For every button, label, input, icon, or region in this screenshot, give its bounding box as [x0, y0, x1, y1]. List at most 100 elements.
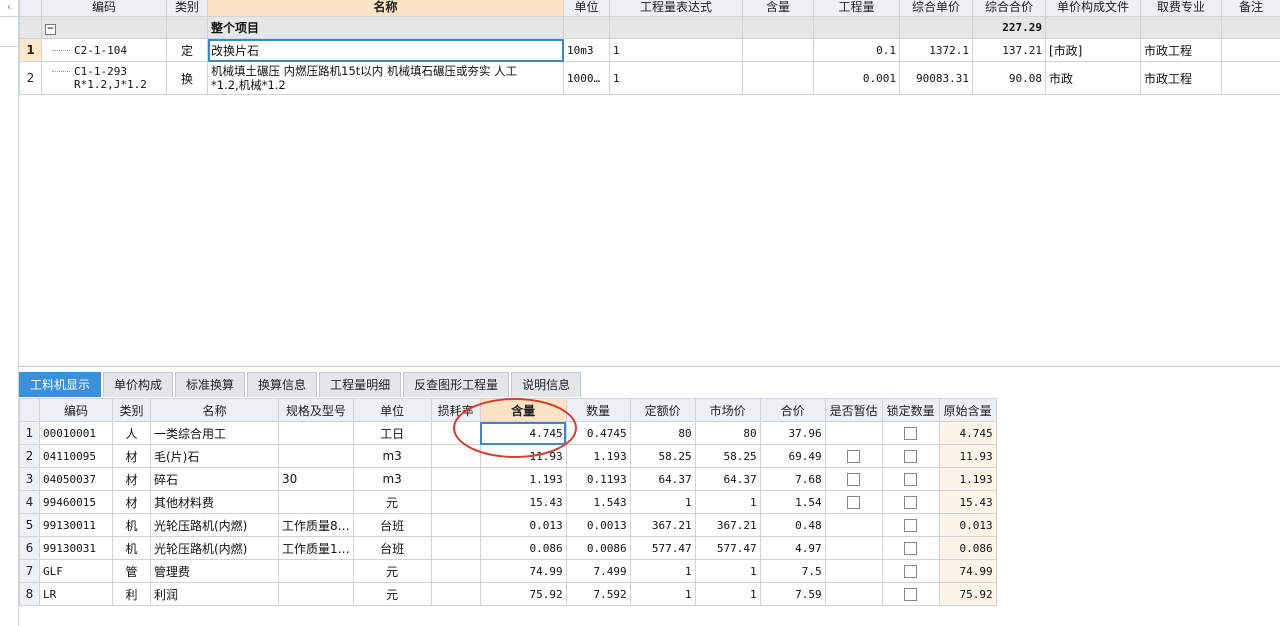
row-loss[interactable] [430, 444, 481, 468]
upper-header-price-file[interactable]: 单价构成文件 [1045, 0, 1141, 17]
row-market-price[interactable]: 577.47 [694, 536, 761, 560]
row-specialty[interactable]: 市政工程 [1140, 38, 1222, 62]
row-name[interactable]: 其他材料费 [150, 490, 279, 514]
upper-header-unit[interactable]: 单位 [563, 0, 610, 17]
row-code[interactable]: 00010001 [39, 421, 113, 445]
row-loss[interactable] [430, 559, 481, 583]
row-unit[interactable]: 元 [352, 582, 432, 606]
row-type[interactable]: 机 [112, 536, 151, 560]
lower-header-unit[interactable]: 单位 [352, 398, 432, 422]
row-spec[interactable] [278, 421, 354, 445]
row-content[interactable]: 74.99 [479, 559, 567, 583]
lower-header-temp-estimate[interactable]: 是否暂估 [824, 398, 883, 422]
row-spec[interactable] [278, 559, 354, 583]
upper-header-specialty[interactable]: 取费专业 [1140, 0, 1222, 17]
row-specialty[interactable]: 市政工程 [1140, 61, 1222, 95]
row-qty[interactable]: 0.4745 [565, 421, 631, 445]
row-unit[interactable]: m3 [352, 444, 432, 468]
upper-header-unit-price[interactable]: 综合单价 [899, 0, 973, 17]
row-type[interactable]: 材 [112, 444, 151, 468]
table-row[interactable]: 2 C1-1-293 R*1.2,J*1.2 换 机械填土碾压 内燃压路机15t以… [19, 61, 1280, 95]
row-qty[interactable]: 0.1193 [565, 467, 631, 491]
row-expr[interactable]: 1 [609, 38, 743, 62]
row-market-price[interactable]: 1 [694, 490, 761, 514]
row-loss[interactable] [430, 536, 481, 560]
lower-header-code[interactable]: 编码 [39, 398, 113, 422]
upper-header-name[interactable]: 名称 [207, 0, 564, 17]
row-unit[interactable]: 台班 [352, 513, 432, 537]
table-row[interactable]: 5 99130011 机 光轮压路机(内燃) 工作质量8… 台班 0.013 0… [19, 513, 997, 537]
row-type[interactable]: 人 [112, 421, 151, 445]
upper-header-expr[interactable]: 工程量表达式 [609, 0, 743, 17]
row-content[interactable]: 0.086 [479, 536, 567, 560]
table-row[interactable]: 4 99460015 材 其他材料费 元 15.43 1.543 1 1 1.5… [19, 490, 997, 514]
lower-header-spec[interactable]: 规格及型号 [278, 398, 354, 422]
row-name[interactable]: 碎石 [150, 467, 279, 491]
upper-header-content[interactable]: 含量 [742, 0, 814, 17]
row-type[interactable]: 定 [166, 38, 208, 62]
row-expr[interactable]: 1 [609, 61, 743, 95]
row-spec[interactable]: 工作质量8… [278, 513, 354, 537]
lower-header-content[interactable]: 含量 [479, 398, 567, 422]
row-market-price[interactable]: 367.21 [694, 513, 761, 537]
row-content[interactable]: 1.193 [479, 467, 567, 491]
left-strip-field[interactable] [0, 16, 18, 47]
lower-header-lock-qty[interactable]: 锁定数量 [881, 398, 940, 422]
upper-header-code[interactable]: 编码 [41, 0, 167, 17]
lock-qty-checkbox[interactable] [904, 450, 918, 463]
row-market-price[interactable]: 58.25 [694, 444, 761, 468]
temp-estimate-checkbox[interactable] [847, 450, 861, 463]
table-row[interactable]: 7 GLF 管 管理费 元 74.99 7.499 1 1 7.5 74.99 [19, 559, 997, 583]
row-loss[interactable] [430, 513, 481, 537]
lower-header-name[interactable]: 名称 [150, 398, 279, 422]
lock-qty-checkbox[interactable] [904, 427, 918, 440]
row-unit[interactable]: 台班 [352, 536, 432, 560]
lower-header-market-price[interactable]: 市场价 [694, 398, 761, 422]
tab-description[interactable]: 说明信息 [511, 372, 582, 397]
table-row[interactable]: 8 LR 利 利润 元 75.92 7.592 1 1 7.59 75.92 [19, 582, 997, 606]
row-name[interactable]: 机械填土碾压 内燃压路机15t以内 机械填石碾压或夯实 人工 *1.2,机械*1.… [207, 61, 564, 95]
row-remark[interactable] [1221, 38, 1280, 62]
row-spec[interactable] [278, 582, 354, 606]
row-code[interactable]: C2-1-104 [41, 38, 167, 62]
lower-header-orig-content[interactable]: 原始含量 [938, 398, 997, 422]
row-code[interactable]: GLF [39, 559, 113, 583]
row-qty[interactable]: 1.193 [565, 444, 631, 468]
row-market-price[interactable]: 1 [694, 582, 761, 606]
tab-reverse-graphic-quantity[interactable]: 反查图形工程量 [403, 372, 510, 397]
row-type[interactable]: 换 [166, 61, 208, 95]
row-spec[interactable] [278, 444, 354, 468]
row-name[interactable]: 光轮压路机(内燃) [150, 513, 279, 537]
row-content[interactable]: 0.013 [479, 513, 567, 537]
row-qty[interactable]: 1.543 [565, 490, 631, 514]
row-unit[interactable]: 元 [352, 490, 432, 514]
row-qty[interactable]: 7.592 [565, 582, 631, 606]
lock-qty-checkbox[interactable] [904, 496, 918, 509]
lower-header-type[interactable]: 类别 [112, 398, 151, 422]
tab-unit-price-composition[interactable]: 单价构成 [103, 372, 174, 397]
collapse-icon[interactable]: − [45, 24, 56, 35]
row-content[interactable]: 11.93 [479, 444, 567, 468]
upper-header-qty[interactable]: 工程量 [813, 0, 900, 17]
row-price-file[interactable]: 市政 [1045, 61, 1141, 95]
row-unit-price[interactable]: 1372.1 [899, 38, 973, 62]
row-unit-price[interactable]: 90083.31 [899, 61, 973, 95]
lower-header-qty[interactable]: 数量 [565, 398, 631, 422]
row-spec[interactable] [278, 490, 354, 514]
tab-conversion-info[interactable]: 换算信息 [247, 372, 318, 397]
row-type[interactable]: 材 [112, 490, 151, 514]
row-remark[interactable] [1221, 61, 1280, 95]
row-code[interactable]: C1-1-293 R*1.2,J*1.2 [41, 61, 167, 95]
row-qty[interactable]: 0.0086 [565, 536, 631, 560]
lower-header-loss[interactable]: 损耗率 [430, 398, 481, 422]
tab-labor-material-machine[interactable]: 工料机显示 [19, 372, 102, 397]
upper-header-type[interactable]: 类别 [166, 0, 208, 17]
row-type[interactable]: 材 [112, 467, 151, 491]
table-row[interactable]: 6 99130031 机 光轮压路机(内燃) 工作质量1… 台班 0.086 0… [19, 536, 997, 560]
tab-standard-conversion[interactable]: 标准换算 [175, 372, 246, 397]
table-row[interactable]: 2 04110095 材 毛(片)石 m3 11.93 1.193 58.25 … [19, 444, 997, 468]
group-row-whole-project[interactable]: − 整个项目 227.29 [19, 16, 1280, 39]
lock-qty-checkbox[interactable] [904, 542, 918, 555]
row-name[interactable]: 光轮压路机(内燃) [150, 536, 279, 560]
row-name[interactable]: 利润 [150, 582, 279, 606]
